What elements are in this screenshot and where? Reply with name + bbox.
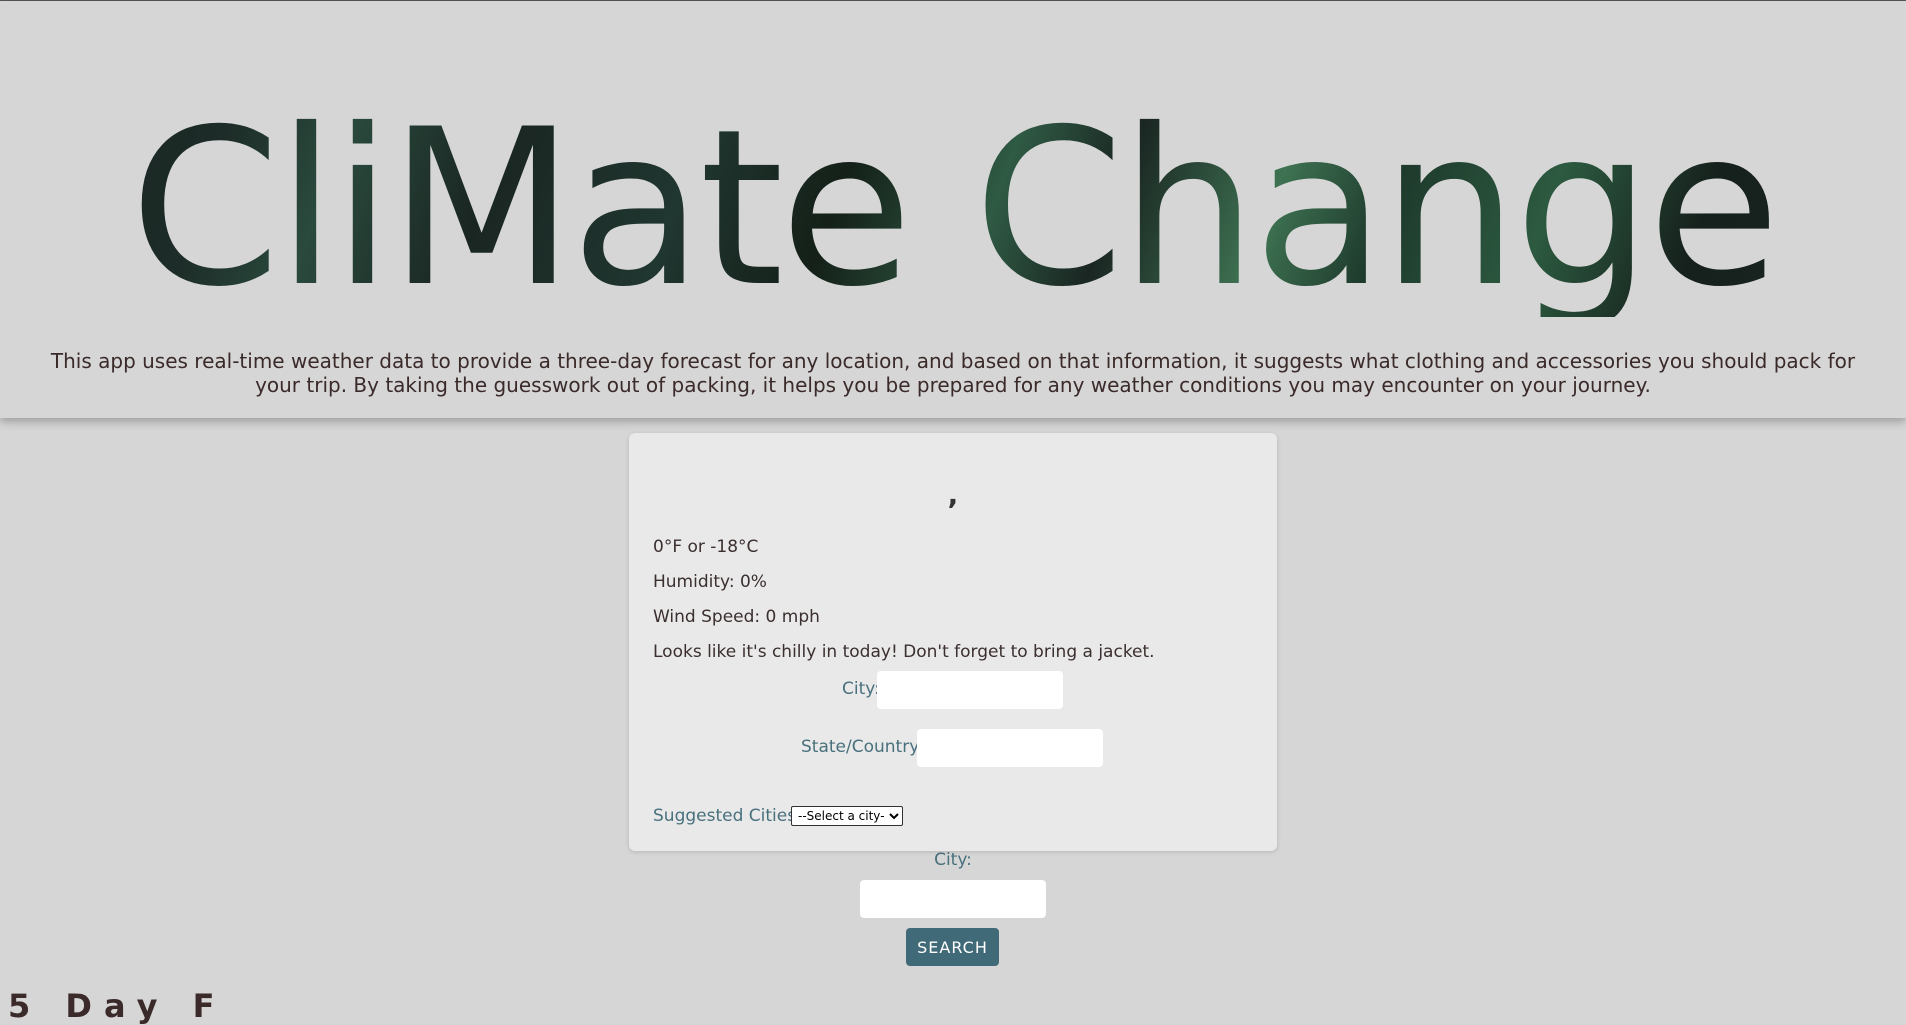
city-label: City: (842, 679, 880, 699)
forecast-heading: 5 Day F (8, 987, 227, 1025)
clothing-suggestion-text: Looks like it's chilly in today! Don't f… (653, 642, 1155, 662)
temperature-text: 0°F or -18°C (653, 537, 759, 557)
hero-header: CliMate Change This app uses real-time w… (0, 1, 1906, 418)
state-country-input[interactable] (917, 729, 1103, 767)
weather-card: , 0°F or -18°C Humidity: 0% Wind Speed: … (629, 433, 1277, 851)
state-country-label: State/Country: (801, 737, 924, 757)
wind-speed-text: Wind Speed: 0 mph (653, 607, 820, 627)
app-description: This app uses real-time weather data to … (50, 349, 1856, 397)
app-title: CliMate Change (0, 101, 1906, 317)
city-input[interactable] (877, 671, 1063, 709)
search-city-input[interactable] (860, 880, 1046, 918)
suggested-cities-label: Suggested Cities: (653, 806, 802, 826)
suggested-cities-select[interactable]: --Select a city-- (791, 806, 903, 826)
location-heading: , (947, 478, 959, 511)
humidity-text: Humidity: 0% (653, 572, 767, 592)
search-button[interactable]: SEARCH (906, 928, 999, 966)
search-city-label: City: (934, 850, 972, 870)
